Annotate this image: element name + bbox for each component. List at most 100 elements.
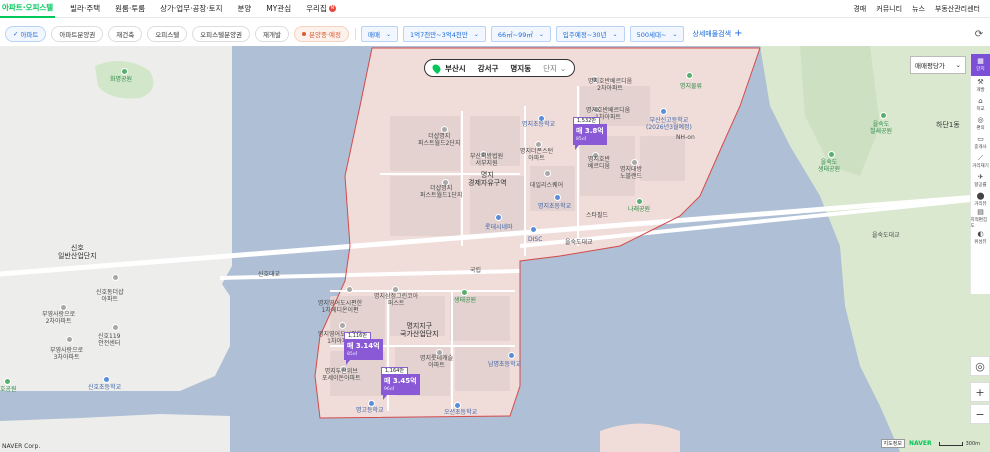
top-navigation: 아파트·오피스텔 빌라·주택 원룸·투룸 상가·업무·공장·토지 분양 MY관심… (0, 0, 990, 18)
tool-complex[interactable]: ▦ 단지 (970, 54, 990, 76)
nav-community[interactable]: 커뮤니티 (876, 4, 902, 14)
tool-measure-label: 거리재기 (972, 163, 989, 169)
globe-icon: ◐ (977, 229, 984, 238)
chip-apartment[interactable]: ✓ 아파트 (5, 26, 47, 42)
tool-school[interactable]: ⌂ 학교 (971, 95, 990, 114)
shop-poi-icon (495, 214, 502, 221)
tool-convenience-label: 편의 (976, 125, 985, 131)
tool-streetview[interactable]: ⬤ 거리뷰 (971, 190, 990, 209)
select-households-value: 500세대~ (636, 31, 667, 39)
label-ohyeon-1: 명지영어도시편한 1차에디온이편 (318, 300, 363, 314)
school-poi-icon (368, 400, 375, 407)
label-lotte-mart: 롯데시네마 (485, 224, 513, 231)
park-poi-icon (880, 112, 887, 119)
filter-bar: ✓ 아파트 아파트분양권 재건축 오피스텔 오피스텔분양권 재개발 분양중·예정 … (0, 24, 990, 44)
label-hoje-park: 호공원 (0, 386, 17, 393)
marker-price: 매 3.14억 (347, 342, 380, 350)
apartment-poi-icon (535, 141, 542, 148)
select-households[interactable]: 500세대~ ⌄ (629, 26, 685, 42)
scale-label: 300m (965, 440, 980, 447)
locate-me-button[interactable]: ◎ (970, 356, 990, 376)
nav-auction[interactable]: 경매 (853, 4, 866, 14)
nav-realty-center[interactable]: 부동산관리센터 (935, 4, 980, 14)
select-trade-type[interactable]: 매매 ⌄ (360, 26, 398, 42)
label-daily-square: 데일리스퀘어 (530, 182, 564, 189)
tool-development[interactable]: ⚒ 개발 (971, 76, 990, 95)
park-poi-icon (461, 289, 468, 296)
chevron-down-icon: ⌄ (538, 30, 544, 38)
nav-my-home[interactable]: 우리집 N (306, 3, 336, 14)
chat-icon: ▭ (977, 134, 984, 143)
label-gunbongbo: 국립 (470, 267, 482, 274)
location-district[interactable]: 강서구 (478, 63, 499, 74)
label-myeongji-econ: 명지 경제자유구역 (468, 171, 507, 188)
label-oseon-park: 생태공원 (454, 297, 477, 304)
nav-apartment-officetel[interactable]: 아파트·오피스텔 (0, 0, 56, 18)
refresh-icon[interactable]: ⟳ (972, 27, 986, 41)
location-breadcrumb[interactable]: 부산시 강서구 명지동 단지 ⌄ (424, 59, 576, 77)
label-myeongji-lotte: 명지롯데캐슬 아파트 (420, 355, 454, 369)
label-oseon-school: 오션초등학교 (444, 409, 478, 416)
select-area-range-value: 66㎡~99㎡ (497, 31, 533, 39)
location-unit[interactable]: 단지 (543, 63, 557, 74)
detail-search-label: 상세매물검색 (692, 30, 732, 38)
tool-measure[interactable]: ⟋ 거리재기 (971, 152, 990, 171)
label-sinho-school: 신호초등학교 (88, 384, 122, 391)
zoom-out-button[interactable]: − (970, 404, 990, 424)
tool-agent[interactable]: ▭ 중개사 (971, 133, 990, 152)
shop-poi-icon (530, 226, 537, 233)
tool-convenience[interactable]: ◎ 편의 (971, 114, 990, 133)
nav-my-interest[interactable]: MY관심 (266, 3, 291, 14)
plane-icon: ✈ (977, 172, 984, 181)
marker-price: 매 3.8억 (576, 127, 604, 135)
select-move-in[interactable]: 입주예정~30년 ⌄ (555, 26, 625, 42)
label-myeongji-elem-top: 명지초등학교 (522, 121, 556, 128)
map-canvas[interactable]: 화명공원 신호 일반산업단지 신호대교 신호동더샵 아파트 부영사랑으로 2차아… (0, 46, 990, 452)
chip-apartment-presale[interactable]: 아파트분양권 (51, 26, 104, 42)
marker-tail (346, 360, 350, 365)
apartment-poi-icon (339, 322, 346, 329)
school-icon: ⌂ (978, 96, 983, 105)
chip-presale-upcoming[interactable]: 분양중·예정 (294, 26, 349, 42)
crane-icon: ⚒ (977, 77, 984, 86)
select-area-range[interactable]: 66㎡~99㎡ ⌄ (490, 26, 551, 42)
chip-redevelop[interactable]: 재개발 (255, 26, 289, 42)
nav-presale[interactable]: 분양 (237, 3, 251, 14)
price-sort-select[interactable]: 매매평당가 ⌄ (910, 56, 966, 74)
zoom-in-button[interactable]: + (970, 382, 990, 402)
chip-officetel[interactable]: 오피스텔 (147, 26, 188, 42)
scale-bar (938, 441, 963, 446)
location-city[interactable]: 부산시 (445, 63, 466, 74)
label-myeongji-cloud: 명지물류 (680, 83, 703, 90)
label-buyeong-3: 부영사랑으로 3차아파트 (50, 347, 84, 361)
label-eulsukdo-eco: 을숙도 생태공원 (818, 159, 841, 173)
nav-commercial-land[interactable]: 상가·업무·공장·토지 (160, 3, 222, 14)
label-sinho-119: 신호119 안전센터 (98, 333, 121, 347)
chip-officetel-presale[interactable]: 오피스텔분양권 (192, 26, 251, 42)
map-info-button[interactable]: 지도정보 (880, 439, 905, 448)
tool-cadastral[interactable]: ▤ 지적편집도 (971, 208, 990, 229)
detail-search-button[interactable]: 상세매물검색 + (692, 29, 742, 39)
status-dot-icon (302, 32, 306, 36)
price-sort-value: 매매평당가 (915, 62, 945, 70)
chevron-down-icon: ⌄ (955, 61, 961, 69)
park-poi-icon (4, 378, 11, 385)
nav-news[interactable]: 뉴스 (912, 4, 925, 14)
label-hadan: 하단1동 (936, 121, 960, 129)
select-price-range[interactable]: 1억7천만~3억4천만 ⌄ (402, 26, 486, 42)
tool-satellite[interactable]: ◐ 위성뷰 (971, 228, 990, 247)
park-poi-icon (121, 68, 128, 75)
label-eulsuk-bridge: 을숙도대교 (565, 239, 593, 246)
chip-rebuild[interactable]: 재건축 (108, 26, 143, 42)
label-disc: DISC (528, 236, 543, 243)
apartment-poi-icon (60, 304, 67, 311)
chip-apartment-label: 아파트 (20, 31, 39, 39)
nav-oneroom[interactable]: 원룸·투룸 (115, 3, 145, 14)
tool-aviation[interactable]: ✈ 향공률 (971, 171, 990, 190)
apartment-poi-icon (66, 336, 73, 343)
label-busan-high-pier: 부산신고등학교 (2026년3월예정) (646, 117, 692, 131)
chevron-down-icon: ⌄ (559, 63, 567, 73)
location-dong[interactable]: 명지동 (510, 63, 531, 74)
naver-logo: NAVER (908, 440, 932, 447)
nav-villa-house[interactable]: 빌라·주택 (70, 3, 100, 14)
